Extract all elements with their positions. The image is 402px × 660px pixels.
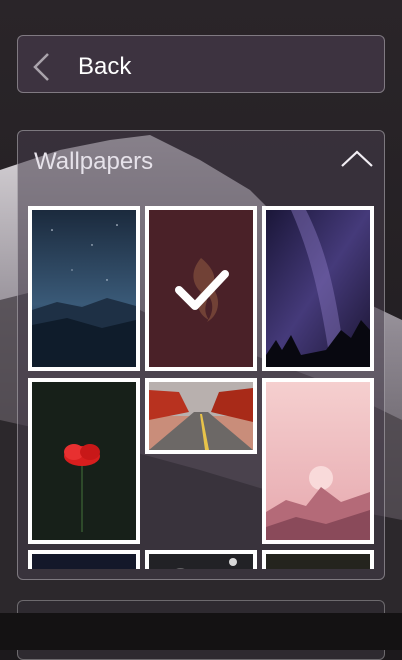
wallpaper-thumb-red-poppy[interactable] — [28, 378, 140, 544]
partial-image — [32, 554, 136, 569]
night-sky-image — [32, 210, 136, 367]
partial-moon-image — [149, 554, 253, 569]
wallpapers-panel-header[interactable]: Wallpapers — [18, 131, 384, 193]
partial-image — [266, 554, 370, 569]
wallpaper-thumb-partial-2[interactable] — [262, 550, 374, 569]
wallpaper-thumb-milky-way[interactable] — [262, 206, 374, 371]
wallpaper-thumb-partial-1[interactable] — [28, 550, 140, 569]
wallpaper-thumb-autumn-road[interactable] — [145, 378, 257, 454]
pink-sunset-image — [266, 382, 370, 540]
flame-image — [149, 210, 253, 367]
wallpaper-thumb-night-sky[interactable] — [28, 206, 140, 371]
wallpaper-grid — [26, 204, 376, 569]
back-button[interactable]: Back — [17, 35, 385, 93]
chevron-up-icon[interactable] — [340, 149, 374, 169]
milky-way-image — [266, 210, 370, 367]
panel-title: Wallpapers — [34, 148, 154, 175]
chevron-left-icon — [33, 53, 49, 81]
red-poppy-image — [32, 382, 136, 540]
wallpaper-thumb-flame[interactable] — [145, 206, 257, 371]
back-label: Back — [78, 53, 132, 80]
autumn-road-image — [149, 382, 253, 450]
wallpaper-thumb-pink-sunset[interactable] — [262, 378, 374, 544]
bottom-bar — [0, 613, 402, 650]
wallpaper-thumb-partial-moon[interactable] — [145, 550, 257, 569]
